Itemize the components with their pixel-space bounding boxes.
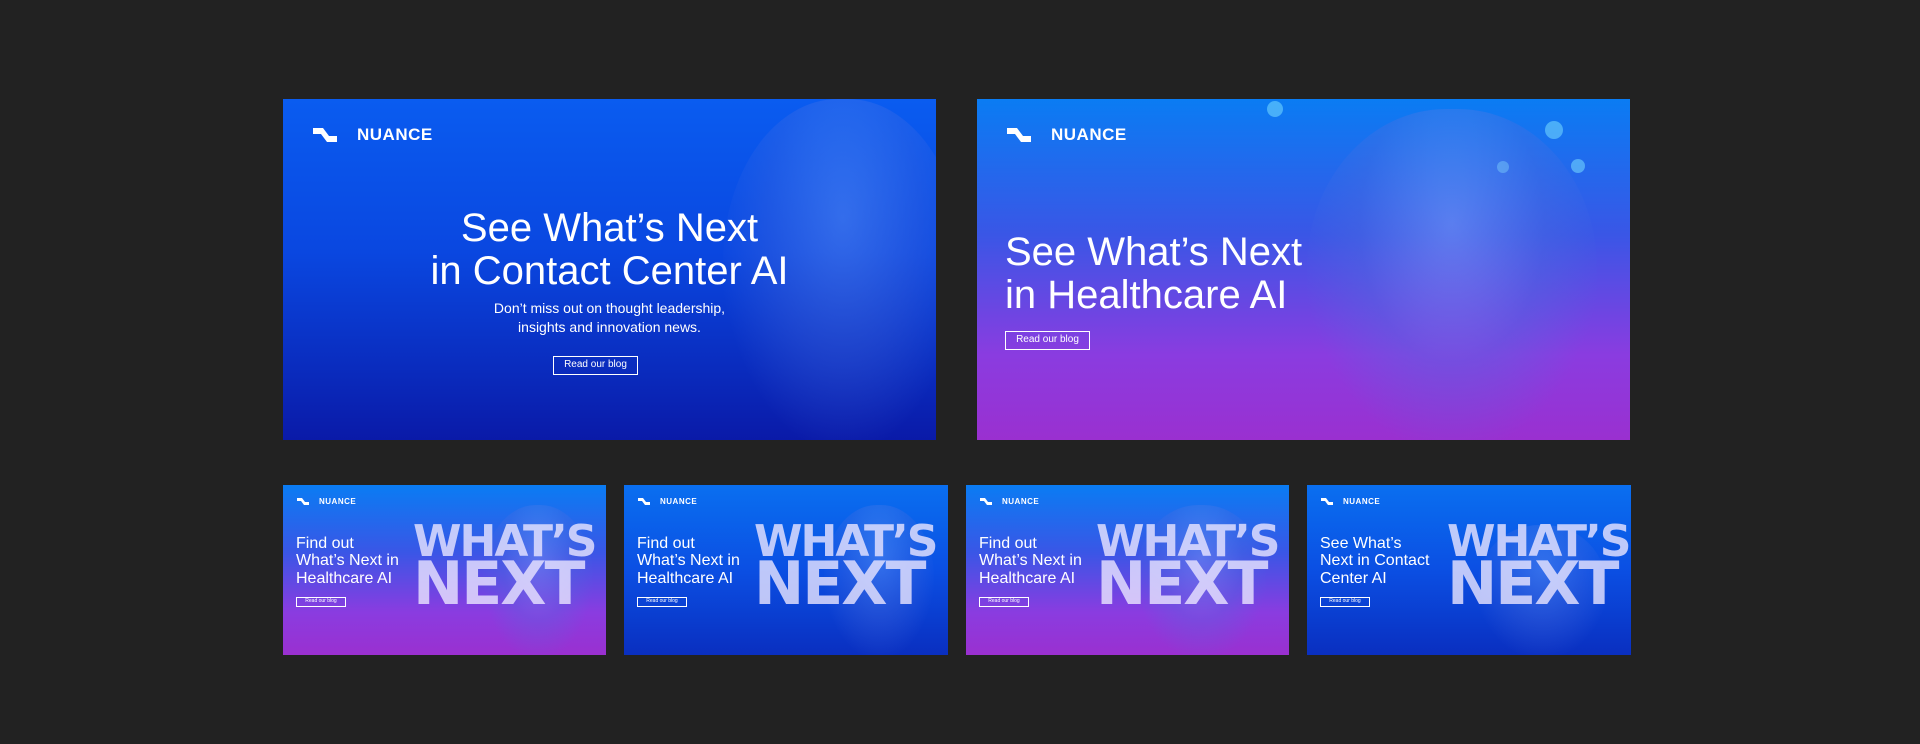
banner-small-3[interactable]: NUANCE Find out What’s Next in Healthcar… xyxy=(966,485,1289,655)
contact-headline-line2: in Contact Center AI xyxy=(430,249,789,294)
nuance-logo: NUANCE xyxy=(296,496,356,507)
healthcare-headline: See What’s Next in Healthcare AI xyxy=(1005,230,1303,318)
contact-headline: See What’s Next in Contact Center AI xyxy=(283,206,936,294)
contact-subtext: Don’t miss out on thought leadership, in… xyxy=(283,299,936,337)
small-1-next-word: NEXT xyxy=(413,549,585,619)
small-3-headline: Find out What’s Next in Healthcare AI xyxy=(979,535,1082,587)
nuance-logo-text: NUANCE xyxy=(357,125,433,144)
small-4-line3: Center AI xyxy=(1320,569,1387,587)
nuance-logo: NUANCE xyxy=(979,496,1039,507)
bokeh-light xyxy=(1571,159,1585,173)
small-4-line2: Next in Contact xyxy=(1320,552,1430,570)
healthcare-headline-line1: See What’s Next xyxy=(1005,230,1303,274)
nuance-logo: NUANCE xyxy=(1320,496,1380,507)
banner-small-2[interactable]: NUANCE Find out What’s Next in Healthcar… xyxy=(624,485,948,655)
small-2-read-blog-button[interactable]: Read our blog xyxy=(637,597,687,607)
small-2-line2: What’s Next in xyxy=(637,552,740,570)
banner-healthcare-large[interactable]: NUANCE See What’s Next in Healthcare AI … xyxy=(977,99,1630,440)
small-2-line3: Healthcare AI xyxy=(637,569,734,587)
bokeh-light xyxy=(1545,121,1563,139)
banner-small-1[interactable]: NUANCE Find out What’s Next in Healthcar… xyxy=(283,485,606,655)
nuance-logo-text: NUANCE xyxy=(319,497,357,506)
nuance-logo-text: NUANCE xyxy=(660,497,698,506)
nuance-logo-text: NUANCE xyxy=(1051,125,1127,144)
contact-headline-line1: See What’s Next xyxy=(460,206,759,250)
doctor-photo-silhouette xyxy=(1307,109,1597,440)
healthcare-headline-line2: in Healthcare AI xyxy=(1005,273,1288,318)
small-3-read-blog-button[interactable]: Read our blog xyxy=(979,597,1029,607)
contact-read-blog-button[interactable]: Read our blog xyxy=(553,356,638,375)
small-4-read-blog-button[interactable]: Read our blog xyxy=(1320,597,1370,607)
small-1-line2: What’s Next in xyxy=(296,552,399,570)
small-4-headline: See What’s Next in Contact Center AI xyxy=(1320,535,1429,587)
small-2-headline: Find out What’s Next in Healthcare AI xyxy=(637,535,740,587)
small-3-line1: Find out xyxy=(979,535,1037,552)
nuance-logo: NUANCE xyxy=(1005,124,1127,146)
nuance-logo-mark-icon xyxy=(980,498,992,505)
nuance-logo-mark-icon xyxy=(1007,128,1031,142)
small-1-line1: Find out xyxy=(296,535,354,552)
nuance-logo-text: NUANCE xyxy=(1002,497,1040,506)
small-2-next-word: NEXT xyxy=(754,549,926,619)
nuance-logo: NUANCE xyxy=(311,124,433,146)
banner-small-4[interactable]: NUANCE See What’s Next in Contact Center… xyxy=(1307,485,1631,655)
small-1-line3: Healthcare AI xyxy=(296,569,393,587)
banner-contact-center-large[interactable]: NUANCE See What’s Next in Contact Center… xyxy=(283,99,936,440)
nuance-logo: NUANCE xyxy=(637,496,697,507)
nuance-logo-mark-icon xyxy=(313,128,337,142)
small-3-next-word: NEXT xyxy=(1096,549,1268,619)
contact-sub-line2: insights and innovation news. xyxy=(518,318,701,335)
small-3-line2: What’s Next in xyxy=(979,552,1082,570)
nuance-logo-mark-icon xyxy=(297,498,309,505)
nuance-logo-mark-icon xyxy=(1321,498,1333,505)
nuance-logo-mark-icon xyxy=(638,498,650,505)
small-3-line3: Healthcare AI xyxy=(979,569,1076,587)
small-4-line1: See What’s xyxy=(1320,535,1402,552)
small-4-next-word: NEXT xyxy=(1447,549,1619,619)
bokeh-light xyxy=(1267,101,1283,117)
small-1-read-blog-button[interactable]: Read our blog xyxy=(296,597,346,607)
small-2-line1: Find out xyxy=(637,535,695,552)
nuance-logo-text: NUANCE xyxy=(1343,497,1381,506)
small-1-headline: Find out What’s Next in Healthcare AI xyxy=(296,535,399,587)
healthcare-read-blog-button[interactable]: Read our blog xyxy=(1005,331,1090,350)
contact-sub-line1: Don’t miss out on thought leadership, xyxy=(493,300,726,316)
